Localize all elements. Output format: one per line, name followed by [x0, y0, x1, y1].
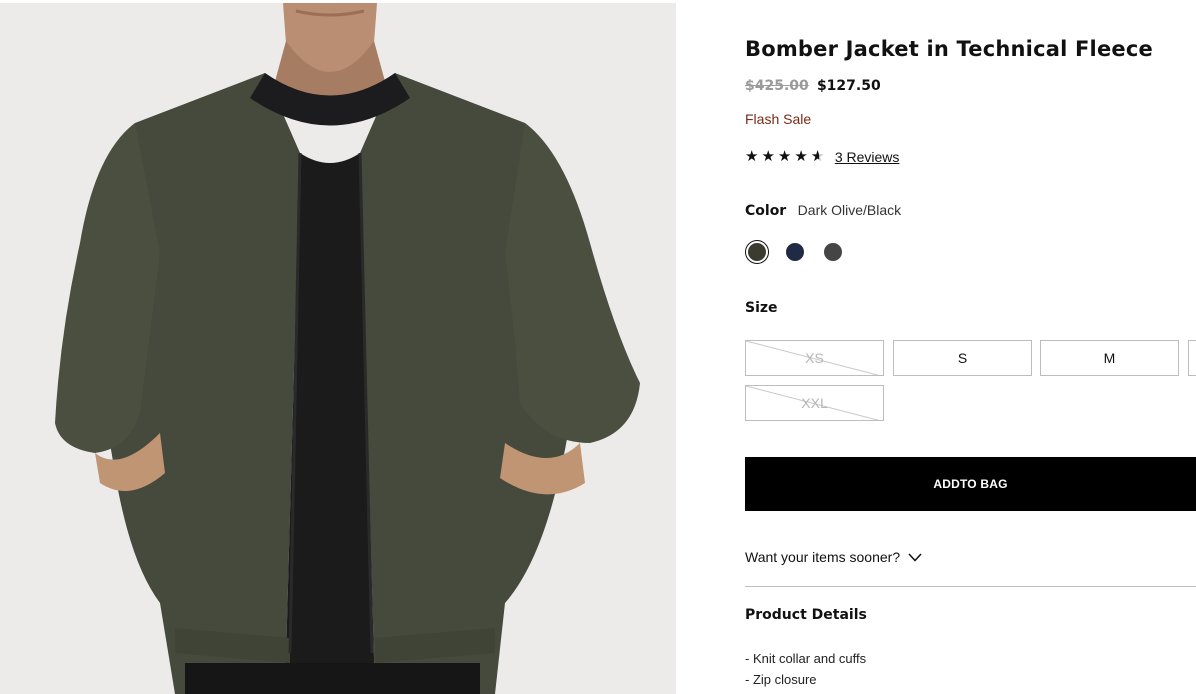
size-label-s: S — [957, 350, 968, 366]
detail-item: - Zip closure — [745, 672, 817, 687]
sooner-label: Want your items sooner? — [745, 549, 901, 565]
size-l-partial[interactable] — [1188, 340, 1196, 376]
swatch-dark-olive[interactable] — [745, 240, 769, 264]
product-info: Bomber Jacket in Technical Fleece $425.0… — [745, 0, 1196, 694]
size-xs[interactable]: XS — [745, 340, 884, 376]
size-label: Size — [745, 300, 778, 316]
product-page: Bomber Jacket in Technical Fleece $425.0… — [0, 0, 1196, 694]
color-swatches — [745, 240, 845, 264]
star-icon: ★ — [794, 148, 808, 165]
product-details-list: - Knit collar and cuffs - Zip closure — [745, 648, 866, 690]
size-m[interactable]: M — [1040, 340, 1179, 376]
original-price: $425.00 — [745, 78, 809, 94]
star-icon: ★ — [745, 148, 759, 165]
chevron-down-icon — [908, 552, 922, 562]
swatch-color — [786, 243, 804, 261]
product-image[interactable] — [0, 3, 676, 694]
divider — [745, 586, 1196, 587]
size-s[interactable]: S — [893, 340, 1032, 376]
size-xxl[interactable]: XXL — [745, 385, 884, 421]
color-label: Color — [745, 203, 787, 219]
size-label-xs: XS — [805, 350, 824, 366]
swatch-charcoal[interactable] — [821, 240, 845, 264]
size-label-m: M — [1103, 350, 1116, 366]
product-title: Bomber Jacket in Technical Fleece — [745, 37, 1153, 61]
swatch-color — [748, 243, 766, 261]
star-icon: ★ — [777, 148, 792, 165]
half-star-icon: ★ — [811, 148, 826, 165]
swatch-navy[interactable] — [783, 240, 807, 264]
star-icon: ★ — [761, 148, 775, 165]
star-rating: ★ ★ ★ ★ ★ — [745, 148, 826, 165]
add-to-bag-button[interactable]: ADDTO BAG — [745, 457, 1196, 511]
swatch-color — [824, 243, 842, 261]
detail-item: - Knit collar and cuffs — [745, 651, 867, 666]
color-row: Color Dark Olive/Black — [745, 202, 901, 220]
size-label-xxl: XXL — [801, 395, 828, 411]
rating: ★ ★ ★ ★ ★ 3 Reviews — [745, 148, 899, 165]
sale-price: $127.50 — [816, 78, 881, 94]
delivery-options-toggle[interactable]: Want your items sooner? — [745, 549, 922, 565]
product-details-heading[interactable]: Product Details — [745, 607, 867, 623]
flash-sale-label: Flash Sale — [745, 111, 812, 127]
price-block: $425.00 $127.50 — [745, 77, 881, 94]
selected-color: Dark Olive/Black — [797, 202, 902, 218]
reviews-link[interactable]: 3 Reviews — [835, 149, 900, 165]
